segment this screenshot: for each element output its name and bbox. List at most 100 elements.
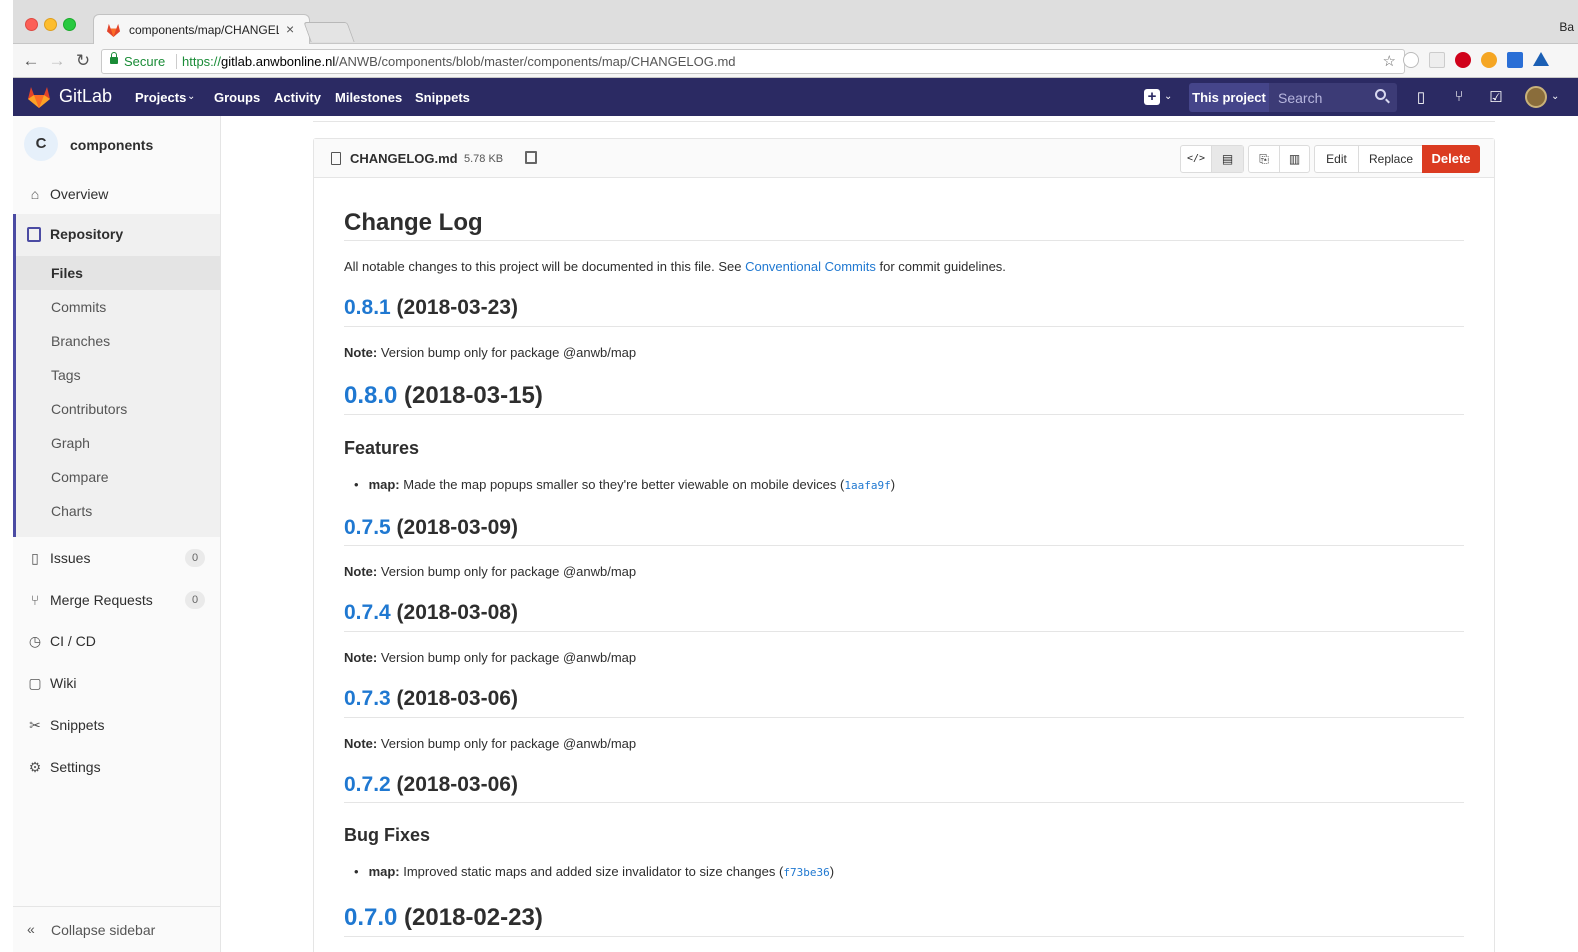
sidebar-subitem-tags[interactable]: Tags: [16, 358, 220, 392]
note-text: Version bump only for package @anwb/map: [377, 564, 637, 579]
file-edit-group: Edit Replace: [1314, 145, 1424, 173]
divider: [176, 54, 177, 69]
version-link[interactable]: 0.8.0: [344, 382, 397, 409]
nav-milestones[interactable]: Milestones: [335, 90, 402, 105]
url-host: gitlab.anwbonline.nl: [221, 54, 336, 69]
nav-groups[interactable]: Groups: [214, 90, 260, 105]
viewer-toggle-group: </> ▤: [1180, 145, 1244, 173]
sidebar-item-snippets[interactable]: ✂ Snippets: [13, 707, 220, 743]
issues-icon: ▯: [31, 550, 39, 566]
sidebar-subitem-compare[interactable]: Compare: [16, 460, 220, 494]
url-text: https://gitlab.anwbonline.nl/ANWB/compon…: [182, 50, 736, 73]
search-scope-badge[interactable]: This project: [1189, 83, 1269, 112]
list-item-text: Made the map popups smaller so they're b…: [399, 477, 845, 492]
sidebar-item-merge-requests[interactable]: ⑂ Merge Requests 0: [13, 582, 220, 618]
back-arrow-icon[interactable]: ←: [21, 51, 41, 71]
tab-title: components/map/CHANGELOG: [129, 23, 279, 37]
forward-arrow-icon[interactable]: →: [47, 51, 67, 71]
version-link[interactable]: 0.8.1: [344, 296, 391, 319]
nav-projects[interactable]: Projects: [135, 90, 186, 105]
address-bar[interactable]: Secure https://gitlab.anwbonline.nl/ANWB…: [101, 49, 1405, 74]
release-heading: 0.7.4 (2018-03-08): [344, 601, 518, 625]
list-item: map: Improved static maps and added size…: [354, 864, 834, 879]
merge-request-icon[interactable]: ⑂: [1450, 88, 1468, 106]
sidebar-item-repository[interactable]: Repository: [50, 226, 123, 242]
tab-close-icon[interactable]: ×: [286, 21, 294, 37]
version-link[interactable]: 0.7.0: [344, 904, 397, 931]
nav-activity[interactable]: Activity: [274, 90, 321, 105]
bookmark-star-icon[interactable]: ☆: [1383, 50, 1396, 73]
merge-request-icon: ⑂: [30, 592, 40, 608]
nav-snippets[interactable]: Snippets: [415, 90, 470, 105]
project-sidebar: C components ⌂ Overview Repository Files…: [13, 116, 221, 952]
delete-button[interactable]: Delete: [1422, 145, 1480, 173]
features-heading: Features: [344, 438, 420, 458]
release-note: Note: Version bump only for package @anw…: [344, 650, 636, 665]
extension-grid-icon[interactable]: [1429, 52, 1445, 68]
extension-blue-icon[interactable]: [1507, 52, 1523, 68]
divider: [344, 240, 1464, 241]
commit-link[interactable]: f73be36: [783, 866, 829, 879]
page-title: Change Log: [344, 209, 483, 236]
url-scheme: https://: [182, 54, 222, 69]
browser-toolbar: ← → ↻ Secure https://gitlab.anwbonline.n…: [13, 44, 1578, 78]
browser-tab[interactable]: components/map/CHANGELOG ×: [93, 14, 310, 44]
gitlab-logo-icon[interactable]: [27, 86, 51, 108]
edit-button[interactable]: Edit: [1315, 146, 1359, 172]
new-item-plus-icon[interactable]: +: [1144, 89, 1160, 105]
sidebar-subitem-graph[interactable]: Graph: [16, 426, 220, 460]
sidebar-subitem-commits[interactable]: Commits: [16, 290, 220, 324]
todo-check-icon[interactable]: ☑: [1487, 88, 1505, 106]
project-header[interactable]: C components: [13, 116, 220, 172]
version-link[interactable]: 0.7.5: [344, 516, 391, 539]
note-label: Note:: [344, 650, 378, 665]
open-raw-icon[interactable]: ▥: [1280, 146, 1309, 172]
search-input[interactable]: Search: [1269, 83, 1397, 112]
sidebar-item-overview[interactable]: ⌂ Overview: [13, 176, 220, 212]
extension-triangle-icon[interactable]: [1533, 52, 1549, 66]
divider: [344, 414, 1464, 415]
display-source-icon[interactable]: </>: [1181, 146, 1212, 172]
commit-link[interactable]: 1aafa9f: [844, 479, 890, 492]
user-avatar[interactable]: [1525, 86, 1547, 108]
reload-icon[interactable]: ↻: [73, 51, 93, 71]
display-rendered-icon[interactable]: ▤: [1212, 146, 1243, 172]
conventional-commits-link[interactable]: Conventional Commits: [745, 259, 876, 274]
version-link[interactable]: 0.7.3: [344, 687, 391, 710]
intro-paragraph: All notable changes to this project will…: [344, 259, 1006, 274]
release-date: (2018-02-23): [397, 904, 543, 931]
sidebar-item-label: Files: [51, 265, 83, 281]
profile-label[interactable]: Ba: [1559, 20, 1574, 34]
gitlab-brand[interactable]: GitLab: [59, 86, 112, 107]
issues-icon[interactable]: ▯: [1412, 88, 1430, 106]
adblock-icon[interactable]: [1455, 52, 1471, 68]
extension-circle-icon[interactable]: [1403, 52, 1419, 68]
sidebar-subitem-charts[interactable]: Charts: [16, 494, 220, 528]
sidebar-subitem-branches[interactable]: Branches: [16, 324, 220, 358]
sidebar-subitem-files[interactable]: Files: [16, 256, 220, 290]
replace-button[interactable]: Replace: [1359, 146, 1423, 172]
file-header: CHANGELOG.md 5.78 KB </> ▤ ⎘ ▥ Edit Repl…: [314, 139, 1494, 178]
divider: [344, 802, 1464, 803]
release-date: (2018-03-23): [390, 296, 518, 319]
sidebar-item-settings[interactable]: ⚙ Settings: [13, 749, 220, 785]
note-text: Version bump only for package @anwb/map: [377, 736, 637, 751]
version-link[interactable]: 0.7.2: [344, 773, 391, 796]
zoom-window-button[interactable]: [63, 18, 76, 31]
copy-path-icon[interactable]: [525, 151, 537, 164]
version-link[interactable]: 0.7.4: [344, 601, 391, 624]
chevron-down-icon: ⌄: [187, 91, 196, 102]
minimize-window-button[interactable]: [44, 18, 57, 31]
sidebar-subitem-contributors[interactable]: Contributors: [16, 392, 220, 426]
new-tab-button[interactable]: [303, 22, 355, 42]
main-content: CHANGELOG.md 5.78 KB </> ▤ ⎘ ▥ Edit Repl…: [221, 116, 1578, 952]
collapse-sidebar-button[interactable]: « Collapse sidebar: [13, 906, 220, 952]
repository-icon: [27, 227, 41, 242]
sidebar-item-label: Snippets: [50, 717, 105, 733]
close-window-button[interactable]: [25, 18, 38, 31]
copy-contents-icon[interactable]: ⎘: [1249, 146, 1280, 172]
sidebar-item-issues[interactable]: ▯ Issues 0: [13, 540, 220, 576]
extension-orange-icon[interactable]: [1481, 52, 1497, 68]
sidebar-item-wiki[interactable]: ▢ Wiki: [13, 665, 220, 701]
sidebar-item-cicd[interactable]: ◷ CI / CD: [13, 623, 220, 659]
